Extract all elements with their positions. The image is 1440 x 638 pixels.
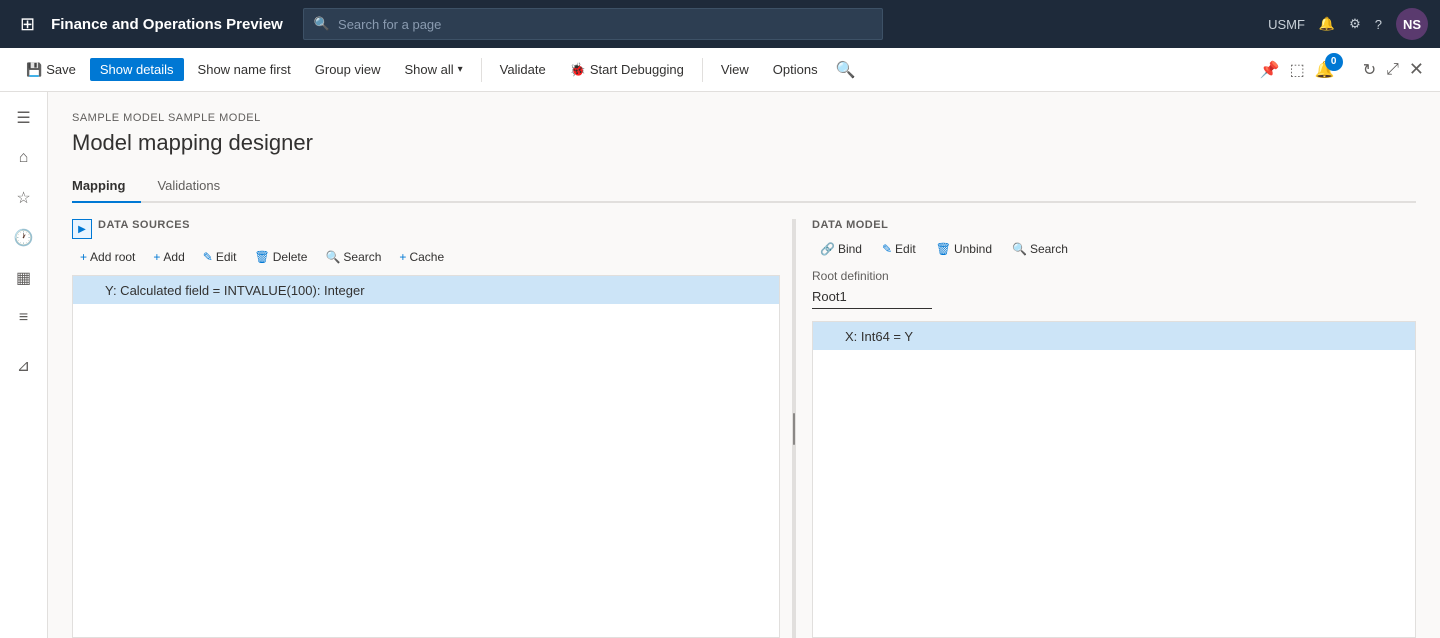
save-button[interactable]: 💾 Save: [16, 58, 86, 82]
sidebar-item-recent[interactable]: 🕐: [6, 220, 42, 256]
help-icon[interactable]: ?: [1375, 17, 1382, 32]
close-icon[interactable]: ✕: [1409, 59, 1424, 80]
hamburger-icon: ☰: [16, 108, 30, 128]
cache-icon: +: [399, 250, 406, 264]
user-avatar[interactable]: NS: [1396, 8, 1428, 40]
sidebar-item-favorites[interactable]: ☆: [6, 180, 42, 216]
validate-button[interactable]: Validate: [490, 58, 556, 81]
toolbar-separator-1: [481, 58, 482, 82]
refresh-icon[interactable]: ↻: [1363, 60, 1376, 80]
settings-icon[interactable]: ⚙: [1349, 16, 1361, 32]
root-definition-section: Root definition Root1: [812, 269, 1416, 309]
app-title: Finance and Operations Preview: [51, 16, 283, 33]
unbind-icon: 🗑: [936, 242, 951, 256]
start-debugging-button[interactable]: 🐞 Start Debugging: [560, 58, 694, 82]
waffle-icon[interactable]: ⊞: [12, 10, 43, 39]
tab-mapping[interactable]: Mapping: [72, 172, 141, 203]
search-model-icon: 🔍: [1012, 242, 1027, 256]
show-name-first-button[interactable]: Show name first: [188, 58, 301, 81]
search-model-button[interactable]: 🔍 Search: [1004, 239, 1076, 259]
add-icon: +: [153, 250, 160, 264]
edit-sources-button[interactable]: ✎ Edit: [195, 247, 245, 267]
sidebar-item-workspaces[interactable]: ▦: [6, 260, 42, 296]
action-toolbar: 💾 Save Show details Show name first Grou…: [0, 48, 1440, 92]
show-all-button[interactable]: Show all ▾: [395, 58, 473, 81]
left-sidebar: ☰ ⌂ ☆ 🕐 ▦ ≡ ⊿: [0, 92, 48, 638]
delete-icon: 🗑: [255, 250, 270, 264]
add-button[interactable]: + Add: [145, 247, 192, 267]
open-new-icon[interactable]: ⤢: [1386, 61, 1399, 79]
tab-bar: Mapping Validations: [72, 172, 1416, 203]
tree-expand-icon: [85, 282, 101, 298]
panels-container: ▶ DATA SOURCES + Add root + Add ✎ Edit: [72, 219, 1416, 638]
root-definition-value[interactable]: Root1: [812, 287, 932, 309]
data-model-panel: DATA MODEL 🔗 Bind ✎ Edit 🗑 Unbind: [796, 219, 1416, 638]
notifications-icon[interactable]: 🔔: [1319, 16, 1335, 32]
global-search-box[interactable]: 🔍: [303, 8, 883, 40]
data-sources-tree: Y: Calculated field = INTVALUE(100): Int…: [72, 275, 780, 638]
data-sources-toolbar: + Add root + Add ✎ Edit 🗑 Delete: [72, 247, 780, 267]
pin-icon[interactable]: 📌: [1260, 60, 1280, 80]
delete-button[interactable]: 🗑 Delete: [247, 247, 316, 267]
data-model-toolbar: 🔗 Bind ✎ Edit 🗑 Unbind 🔍 Search: [812, 239, 1416, 259]
search-sources-icon: 🔍: [325, 250, 340, 264]
search-sources-button[interactable]: 🔍 Search: [317, 247, 389, 267]
bind-button[interactable]: 🔗 Bind: [812, 239, 870, 259]
search-input[interactable]: [338, 17, 872, 32]
top-nav-right: USMF 🔔 ⚙ ? NS: [1268, 8, 1428, 40]
search-toolbar-icon[interactable]: 🔍: [836, 60, 856, 80]
show-details-button[interactable]: Show details: [90, 58, 184, 81]
group-view-button[interactable]: Group view: [305, 58, 391, 81]
options-button[interactable]: Options: [763, 58, 828, 81]
breadcrumb: SAMPLE MODEL SAMPLE MODEL: [72, 112, 1416, 124]
tree-row[interactable]: Y: Calculated field = INTVALUE(100): Int…: [73, 276, 779, 304]
cache-button[interactable]: + Cache: [391, 247, 452, 267]
grid-icon: ▦: [16, 268, 31, 288]
main-layout: ☰ ⌂ ☆ 🕐 ▦ ≡ ⊿ SAMPLE MODEL SAMPLE MODEL …: [0, 92, 1440, 638]
main-content-area: SAMPLE MODEL SAMPLE MODEL Model mapping …: [48, 92, 1440, 638]
tab-validations[interactable]: Validations: [157, 172, 236, 203]
sidebar-item-modules[interactable]: ≡: [6, 300, 42, 336]
root-definition-label: Root definition: [812, 269, 1416, 283]
list-icon: ≡: [19, 309, 28, 327]
data-model-tree: X: Int64 = Y: [812, 321, 1416, 638]
divider-handle: [793, 413, 795, 445]
usmf-label[interactable]: USMF: [1268, 17, 1305, 32]
tree-row[interactable]: X: Int64 = Y: [813, 322, 1415, 350]
sidebar-hamburger[interactable]: ☰: [6, 100, 42, 136]
unbind-button[interactable]: 🗑 Unbind: [928, 239, 1000, 259]
search-icon: 🔍: [314, 16, 330, 32]
edit-model-icon: ✎: [882, 242, 892, 256]
show-all-chevron-icon: ▾: [458, 64, 463, 75]
notification-badge: 0: [1325, 53, 1343, 71]
toolbar-separator-2: [702, 58, 703, 82]
view-button[interactable]: View: [711, 58, 759, 81]
collapse-sources-button[interactable]: ▶: [72, 219, 92, 239]
debug-icon: 🐞: [570, 62, 586, 78]
bind-icon: 🔗: [820, 242, 835, 256]
filter-icon: ⊿: [17, 356, 30, 376]
sidebar-item-filter[interactable]: ⊿: [6, 348, 42, 384]
data-sources-panel: ▶ DATA SOURCES + Add root + Add ✎ Edit: [72, 219, 792, 638]
tree-expand-icon: [825, 328, 841, 344]
sidebar-item-home[interactable]: ⌂: [6, 140, 42, 176]
expand-panel-icon[interactable]: ⬚: [1290, 60, 1305, 80]
data-model-header: DATA MODEL: [812, 219, 1416, 231]
save-icon: 💾: [26, 62, 42, 78]
add-root-icon: +: [80, 250, 87, 264]
edit-icon: ✎: [203, 250, 213, 264]
star-icon: ☆: [16, 188, 30, 208]
clock-icon: 🕐: [14, 228, 34, 248]
home-icon: ⌂: [19, 149, 29, 167]
add-root-button[interactable]: + Add root: [72, 247, 143, 267]
edit-model-button[interactable]: ✎ Edit: [874, 239, 924, 259]
top-navigation: ⊞ Finance and Operations Preview 🔍 USMF …: [0, 0, 1440, 48]
data-sources-header: DATA SOURCES: [98, 219, 190, 231]
page-title: Model mapping designer: [72, 130, 1416, 156]
